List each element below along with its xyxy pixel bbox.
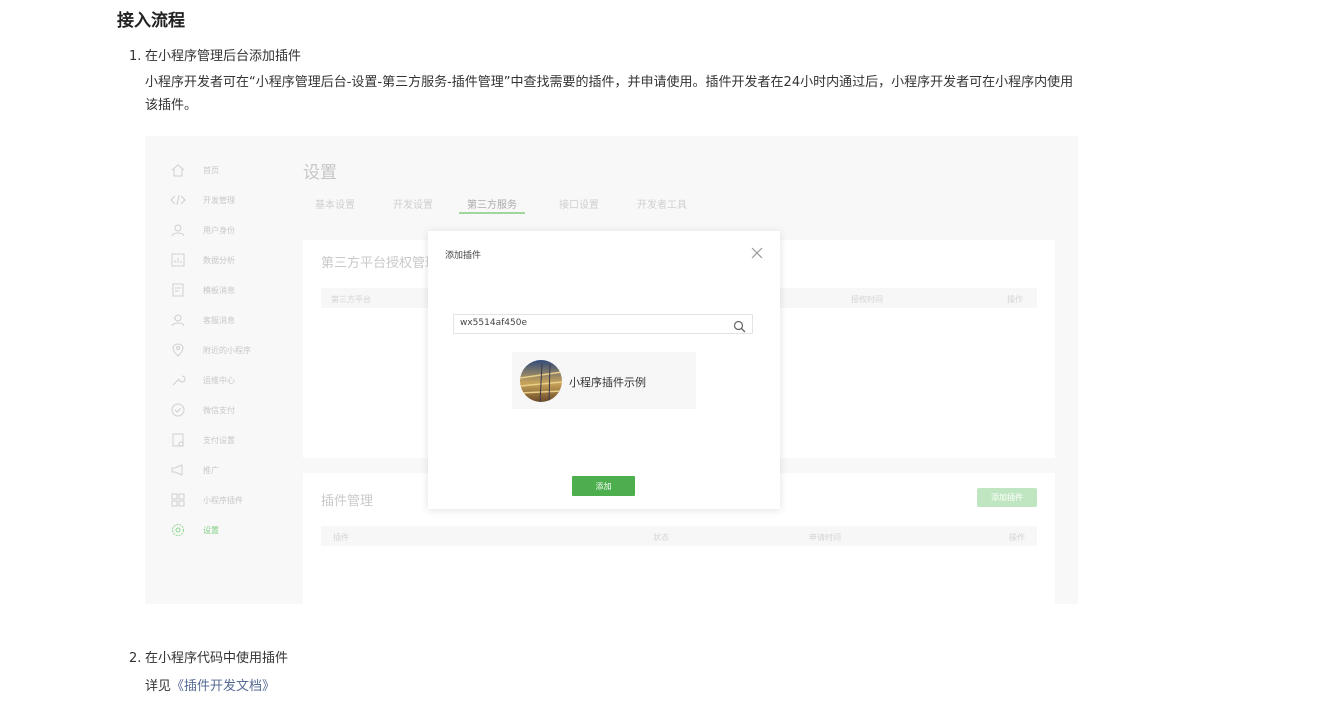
close-icon[interactable]	[750, 245, 764, 259]
admin-sidebar: 首页 开发管理 用户身份 数据分析 模板消息 客服消息 附近的小程序 运维中心	[145, 136, 285, 604]
column-header: 操作	[1009, 533, 1025, 542]
add-plugin-button[interactable]: 添加插件	[977, 488, 1037, 507]
sidebar-item-label: 数据分析	[203, 255, 235, 265]
tab-basic[interactable]: 基本设置	[303, 192, 359, 214]
tab-api[interactable]: 接口设置	[547, 192, 603, 214]
sidebar-item-template[interactable]: 模板消息	[169, 281, 235, 299]
sidebar-item-label: 小程序插件	[203, 495, 243, 505]
sidebar-item-label: 开发管理	[203, 195, 235, 205]
plugin-table-header: 插件 状态 申请时间 操作	[321, 526, 1037, 546]
column-header: 操作	[1007, 295, 1023, 304]
sidebar-item-plugins[interactable]: 小程序插件	[169, 491, 243, 509]
section-heading: 接入流程	[117, 11, 185, 31]
step-1-number: 1.	[129, 49, 142, 64]
settings-icon	[169, 522, 187, 538]
sidebar-item-label: 微信支付	[203, 405, 235, 415]
sidebar-item-label: 运维中心	[203, 375, 235, 385]
code-icon	[169, 192, 187, 208]
payment-icon	[169, 402, 187, 418]
admin-screenshot: 首页 开发管理 用户身份 数据分析 模板消息 客服消息 附近的小程序 运维中心	[145, 136, 1078, 604]
auth-card-title: 第三方平台授权管理	[321, 256, 439, 271]
plugin-card-title: 插件管理	[321, 494, 374, 509]
sidebar-item-promo[interactable]: 推广	[169, 461, 219, 479]
modal-title: 添加插件	[445, 251, 482, 261]
sidebar-item-label: 推广	[203, 465, 219, 475]
tab-dev[interactable]: 开发设置	[381, 192, 437, 214]
column-header: 授权时间	[851, 295, 883, 304]
column-header: 插件	[333, 533, 349, 542]
sidebar-item-label: 支付设置	[203, 435, 235, 445]
sidebar-item-analytics[interactable]: 数据分析	[169, 251, 235, 269]
sidebar-item-label: 用户身份	[203, 225, 235, 235]
search-icon[interactable]	[733, 318, 746, 333]
sidebar-item-label: 附近的小程序	[203, 345, 251, 355]
sidebar-item-dev[interactable]: 开发管理	[169, 191, 235, 209]
sidebar-item-home[interactable]: 首页	[169, 161, 219, 179]
add-button[interactable]: 添加	[572, 476, 635, 496]
step-1-text: 在小程序管理后台添加插件	[145, 49, 302, 64]
step-1-title: 1. 在小程序管理后台添加插件	[129, 45, 301, 64]
settings-tabs: 基本设置 开发设置 第三方服务 接口设置 开发者工具	[303, 192, 713, 216]
sidebar-item-label: 首页	[203, 165, 219, 175]
support-icon	[169, 312, 187, 328]
megaphone-icon	[169, 462, 187, 478]
plugin-docs-link[interactable]: 《插件开发文档》	[171, 679, 275, 694]
sidebar-item-settings[interactable]: 设置	[169, 521, 219, 539]
user-icon	[169, 222, 187, 238]
sidebar-item-nearby[interactable]: 附近的小程序	[169, 341, 251, 359]
chart-icon	[169, 252, 187, 268]
sidebar-item-identity[interactable]: 用户身份	[169, 221, 235, 239]
add-plugin-modal: 添加插件 wx5514af450e 小程序插件示例 添加	[428, 231, 780, 509]
step-2-title: 2. 在小程序代码中使用插件	[129, 647, 288, 666]
receipt-icon	[169, 432, 187, 448]
document-icon	[169, 282, 187, 298]
column-header: 第三方平台	[331, 295, 371, 304]
search-input[interactable]	[460, 318, 720, 328]
sidebar-item-support[interactable]: 客服消息	[169, 311, 235, 329]
tab-third-party[interactable]: 第三方服务	[459, 192, 525, 214]
sidebar-item-paysettings[interactable]: 支付设置	[169, 431, 235, 449]
sidebar-item-label: 设置	[203, 525, 219, 535]
plugin-avatar	[520, 360, 562, 402]
step-1-description: 小程序开发者可在“小程序管理后台-设置-第三方服务-插件管理”中查找需要的插件，…	[145, 75, 1074, 113]
sidebar-item-wxpay[interactable]: 微信支付	[169, 401, 235, 419]
settings-title: 设置	[303, 163, 337, 183]
see-also: 详见《插件开发文档》	[145, 675, 275, 694]
home-icon	[169, 162, 187, 178]
see-also-prefix: 详见	[145, 679, 172, 694]
location-icon	[169, 342, 187, 358]
wrench-icon	[169, 372, 187, 388]
column-header: 状态	[653, 533, 669, 542]
sidebar-item-label: 客服消息	[203, 315, 235, 325]
sidebar-item-label: 模板消息	[203, 285, 235, 295]
plugin-search	[453, 314, 753, 334]
plugin-result-name: 小程序插件示例	[569, 376, 646, 389]
sidebar-item-ops[interactable]: 运维中心	[169, 371, 235, 389]
tab-devtools[interactable]: 开发者工具	[625, 192, 691, 214]
step-2-number: 2.	[129, 651, 142, 666]
grid-icon	[169, 492, 187, 508]
column-header: 申请时间	[809, 533, 841, 542]
plugin-result[interactable]: 小程序插件示例	[512, 352, 696, 409]
step-2-text: 在小程序代码中使用插件	[145, 651, 289, 666]
